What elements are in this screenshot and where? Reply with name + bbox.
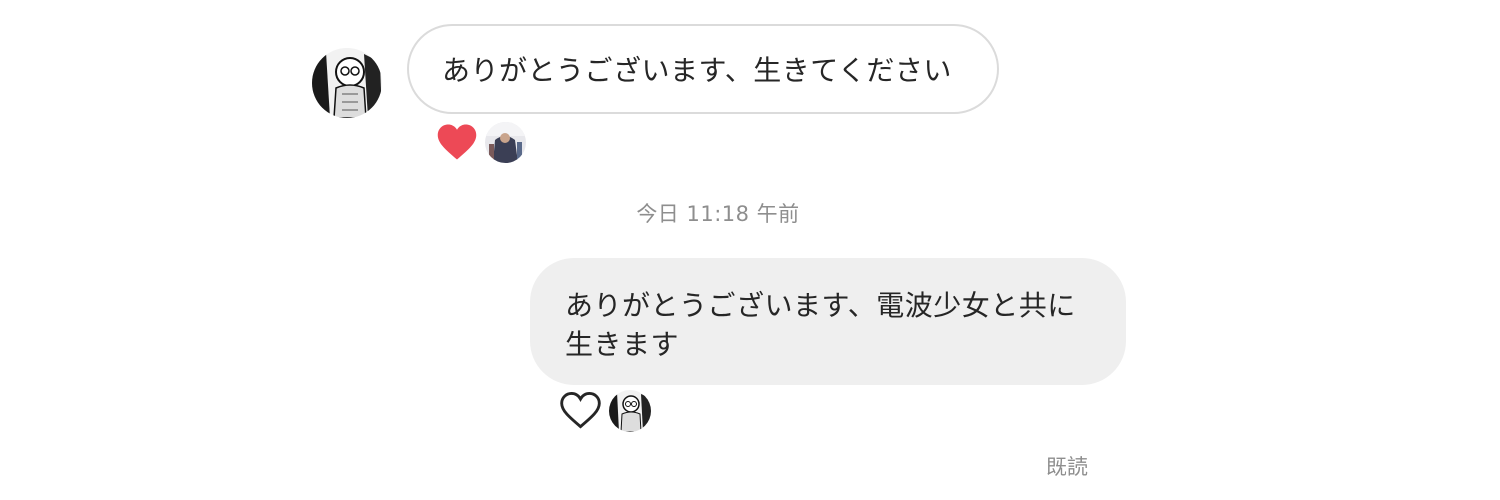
outgoing-message-line-2: 生きます <box>565 328 680 361</box>
reactor-avatar[interactable] <box>609 390 651 432</box>
outgoing-message-bubble[interactable]: ありがとうございます、電波少女と共に 生きます <box>530 258 1126 385</box>
heart-filled-icon[interactable] <box>436 122 478 162</box>
dm-thread: ありがとうございます、生きてください 今日 11:18 午前 ありがとうございま… <box>0 0 1500 500</box>
message-timestamp: 今日 11:18 午前 <box>636 202 800 226</box>
incoming-message-text: ありがとうございます、生きてください <box>442 54 952 87</box>
outgoing-message-line-1: ありがとうございます、電波少女と共に <box>565 289 1076 322</box>
incoming-message-bubble[interactable]: ありがとうございます、生きてください <box>407 24 999 114</box>
heart-outline-icon[interactable] <box>559 390 602 431</box>
reactor-avatar[interactable] <box>485 122 526 163</box>
seen-status: 既読 <box>1046 455 1088 479</box>
sender-avatar[interactable] <box>312 48 382 118</box>
